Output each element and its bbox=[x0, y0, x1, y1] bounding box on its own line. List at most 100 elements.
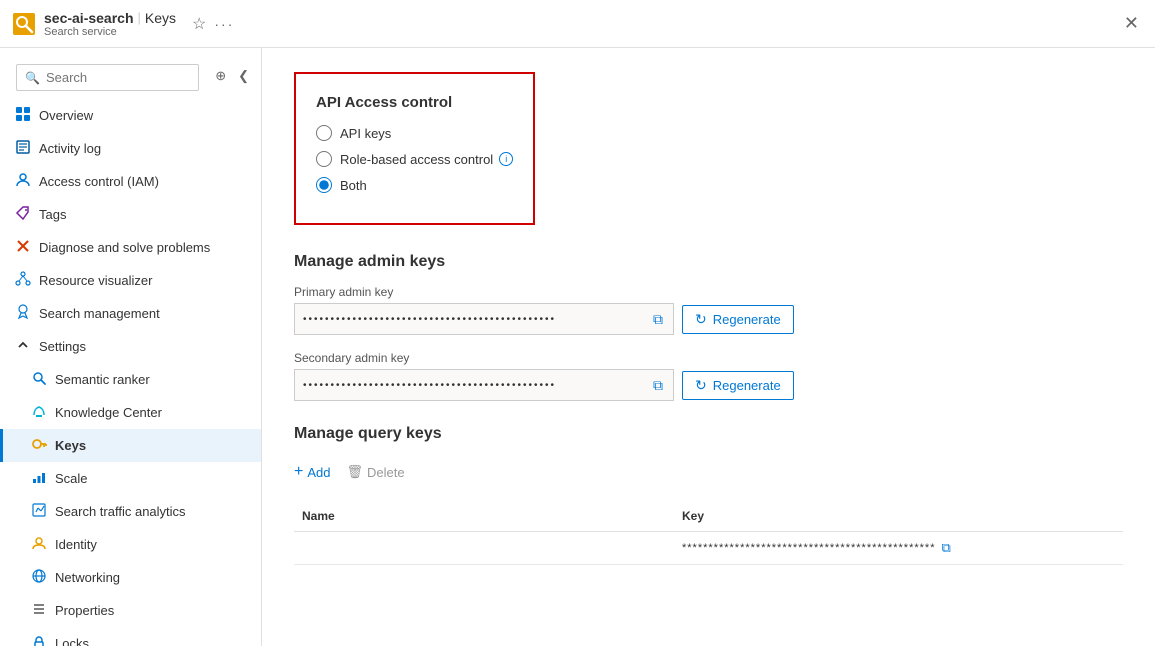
pin-sidebar-button[interactable]: ❮ bbox=[234, 66, 253, 86]
sidebar-item-label-iam: Access control (IAM) bbox=[39, 174, 159, 189]
query-key-masked: ****************************************… bbox=[682, 542, 935, 554]
regen-primary-label: Regenerate bbox=[713, 312, 781, 327]
role-based-label: Role-based access control i bbox=[340, 152, 513, 167]
sidebar: 🔍 ⊕ ❮ Overview Activity log Access control… bbox=[0, 48, 262, 646]
close-button[interactable]: ✕ bbox=[1120, 9, 1143, 38]
both-option[interactable]: Both bbox=[316, 177, 513, 193]
api-keys-option[interactable]: API keys bbox=[316, 125, 513, 141]
sidebar-item-properties[interactable]: Properties bbox=[0, 594, 261, 627]
service-name-block: sec-ai-search | Keys Search service bbox=[44, 10, 176, 38]
sidebar-item-settings[interactable]: Settings bbox=[0, 330, 261, 363]
more-icon[interactable]: ··· bbox=[214, 16, 234, 32]
sidebar-item-locks[interactable]: Locks bbox=[0, 627, 261, 646]
sidebar-item-label-identity: Identity bbox=[55, 537, 97, 552]
regen-secondary-icon: ↻ bbox=[695, 377, 707, 394]
knowledge-center-icon bbox=[31, 403, 47, 422]
sidebar-item-label-scale: Scale bbox=[55, 471, 88, 486]
sidebar-item-label-keys: Keys bbox=[55, 438, 86, 453]
info-icon[interactable]: i bbox=[499, 152, 513, 166]
query-actions: + Add 🗑 Delete bbox=[294, 459, 1123, 485]
regenerate-secondary-key-button[interactable]: ↻ Regenerate bbox=[682, 371, 794, 400]
main-layout: 🔍 ⊕ ❮ Overview Activity log Access control… bbox=[0, 48, 1155, 646]
col-key-header: Key bbox=[674, 509, 1123, 523]
sidebar-item-keys[interactable]: Keys bbox=[0, 429, 261, 462]
delete-label: Delete bbox=[367, 465, 405, 480]
query-table-row: ****************************************… bbox=[294, 532, 1123, 565]
regen-primary-icon: ↻ bbox=[695, 311, 707, 328]
top-bar: sec-ai-search | Keys Search service ☆ ··… bbox=[0, 0, 1155, 48]
sidebar-item-label-properties: Properties bbox=[55, 603, 114, 618]
add-query-key-button[interactable]: + Add bbox=[294, 459, 330, 485]
primary-key-label: Primary admin key bbox=[294, 285, 1123, 299]
query-row-key: ****************************************… bbox=[674, 540, 1123, 556]
properties-icon bbox=[31, 601, 47, 620]
copy-secondary-key-button[interactable]: ⧉ bbox=[651, 375, 665, 396]
copy-primary-key-button[interactable]: ⧉ bbox=[651, 309, 665, 330]
sidebar-item-networking[interactable]: Networking bbox=[0, 561, 261, 594]
sidebar-item-diagnose[interactable]: Diagnose and solve problems bbox=[0, 231, 261, 264]
resource-viz-icon bbox=[15, 271, 31, 290]
top-bar-left: sec-ai-search | Keys Search service ☆ ··… bbox=[12, 10, 234, 38]
delete-query-key-button[interactable]: 🗑 Delete bbox=[346, 459, 404, 485]
query-table-body: ****************************************… bbox=[294, 532, 1123, 565]
regen-secondary-label: Regenerate bbox=[713, 378, 781, 393]
sidebar-item-label-activity-log: Activity log bbox=[39, 141, 101, 156]
sidebar-item-identity[interactable]: Identity bbox=[0, 528, 261, 561]
sidebar-item-scale[interactable]: Scale bbox=[0, 462, 261, 495]
settings-icon bbox=[15, 337, 31, 356]
favorite-icon[interactable]: ☆ bbox=[192, 14, 206, 34]
identity-icon bbox=[31, 535, 47, 554]
primary-key-row: ••••••••••••••••••••••••••••••••••••••••… bbox=[294, 303, 1123, 335]
nav-list: Overview Activity log Access control (IAM)… bbox=[0, 99, 261, 646]
service-name: sec-ai-search bbox=[44, 10, 134, 26]
sidebar-item-iam[interactable]: Access control (IAM) bbox=[0, 165, 261, 198]
primary-key-dots: ••••••••••••••••••••••••••••••••••••••••… bbox=[303, 314, 647, 325]
sidebar-item-knowledge-center[interactable]: Knowledge Center bbox=[0, 396, 261, 429]
scale-icon bbox=[31, 469, 47, 488]
collapse-sidebar-button[interactable]: ⊕ bbox=[211, 66, 230, 86]
sidebar-item-activity-log[interactable]: Activity log bbox=[0, 132, 261, 165]
delete-icon: 🗑 bbox=[346, 464, 363, 480]
search-input[interactable] bbox=[46, 70, 190, 85]
sidebar-item-overview[interactable]: Overview bbox=[0, 99, 261, 132]
sidebar-item-label-tags: Tags bbox=[39, 207, 66, 222]
azure-search-icon bbox=[12, 12, 36, 36]
title-divider: | bbox=[138, 10, 141, 25]
sidebar-item-search-mgmt[interactable]: Search management bbox=[0, 297, 261, 330]
locks-icon bbox=[31, 634, 47, 646]
copy-query-key-button[interactable]: ⧉ bbox=[941, 540, 950, 556]
tags-icon bbox=[15, 205, 31, 224]
query-table-header: Name Key bbox=[294, 501, 1123, 532]
sidebar-item-label-resource-viz: Resource visualizer bbox=[39, 273, 152, 288]
api-keys-label: API keys bbox=[340, 126, 391, 141]
add-icon: + bbox=[294, 463, 303, 481]
sidebar-item-label-networking: Networking bbox=[55, 570, 120, 585]
sidebar-item-label-semantic-ranker: Semantic ranker bbox=[55, 372, 150, 387]
sidebar-item-tags[interactable]: Tags bbox=[0, 198, 261, 231]
role-based-option[interactable]: Role-based access control i bbox=[316, 151, 513, 167]
search-box[interactable]: 🔍 bbox=[16, 64, 199, 91]
sidebar-item-label-search-traffic: Search traffic analytics bbox=[55, 504, 186, 519]
sidebar-item-label-settings: Settings bbox=[39, 339, 86, 354]
sidebar-item-resource-viz[interactable]: Resource visualizer bbox=[0, 264, 261, 297]
manage-admin-title: Manage admin keys bbox=[294, 253, 1123, 271]
sidebar-item-search-traffic[interactable]: Search traffic analytics bbox=[0, 495, 261, 528]
secondary-key-input: ••••••••••••••••••••••••••••••••••••••••… bbox=[294, 369, 674, 401]
semantic-ranker-icon bbox=[31, 370, 47, 389]
search-mgmt-icon bbox=[15, 304, 31, 323]
api-keys-radio[interactable] bbox=[316, 125, 332, 141]
activity-log-icon bbox=[15, 139, 31, 158]
networking-icon bbox=[31, 568, 47, 587]
regenerate-primary-key-button[interactable]: ↻ Regenerate bbox=[682, 305, 794, 334]
sidebar-item-label-knowledge-center: Knowledge Center bbox=[55, 405, 162, 420]
diagnose-icon bbox=[15, 238, 31, 257]
secondary-key-row: ••••••••••••••••••••••••••••••••••••••••… bbox=[294, 369, 1123, 401]
role-based-radio[interactable] bbox=[316, 151, 332, 167]
manage-admin-section: Manage admin keys Primary admin key ••••… bbox=[294, 253, 1123, 401]
add-label: Add bbox=[307, 465, 330, 480]
sidebar-item-semantic-ranker[interactable]: Semantic ranker bbox=[0, 363, 261, 396]
manage-query-section: Manage query keys + Add 🗑 Delete Name Ke… bbox=[294, 425, 1123, 565]
col-name-header: Name bbox=[294, 509, 674, 523]
both-radio[interactable] bbox=[316, 177, 332, 193]
sidebar-item-label-diagnose: Diagnose and solve problems bbox=[39, 240, 210, 255]
